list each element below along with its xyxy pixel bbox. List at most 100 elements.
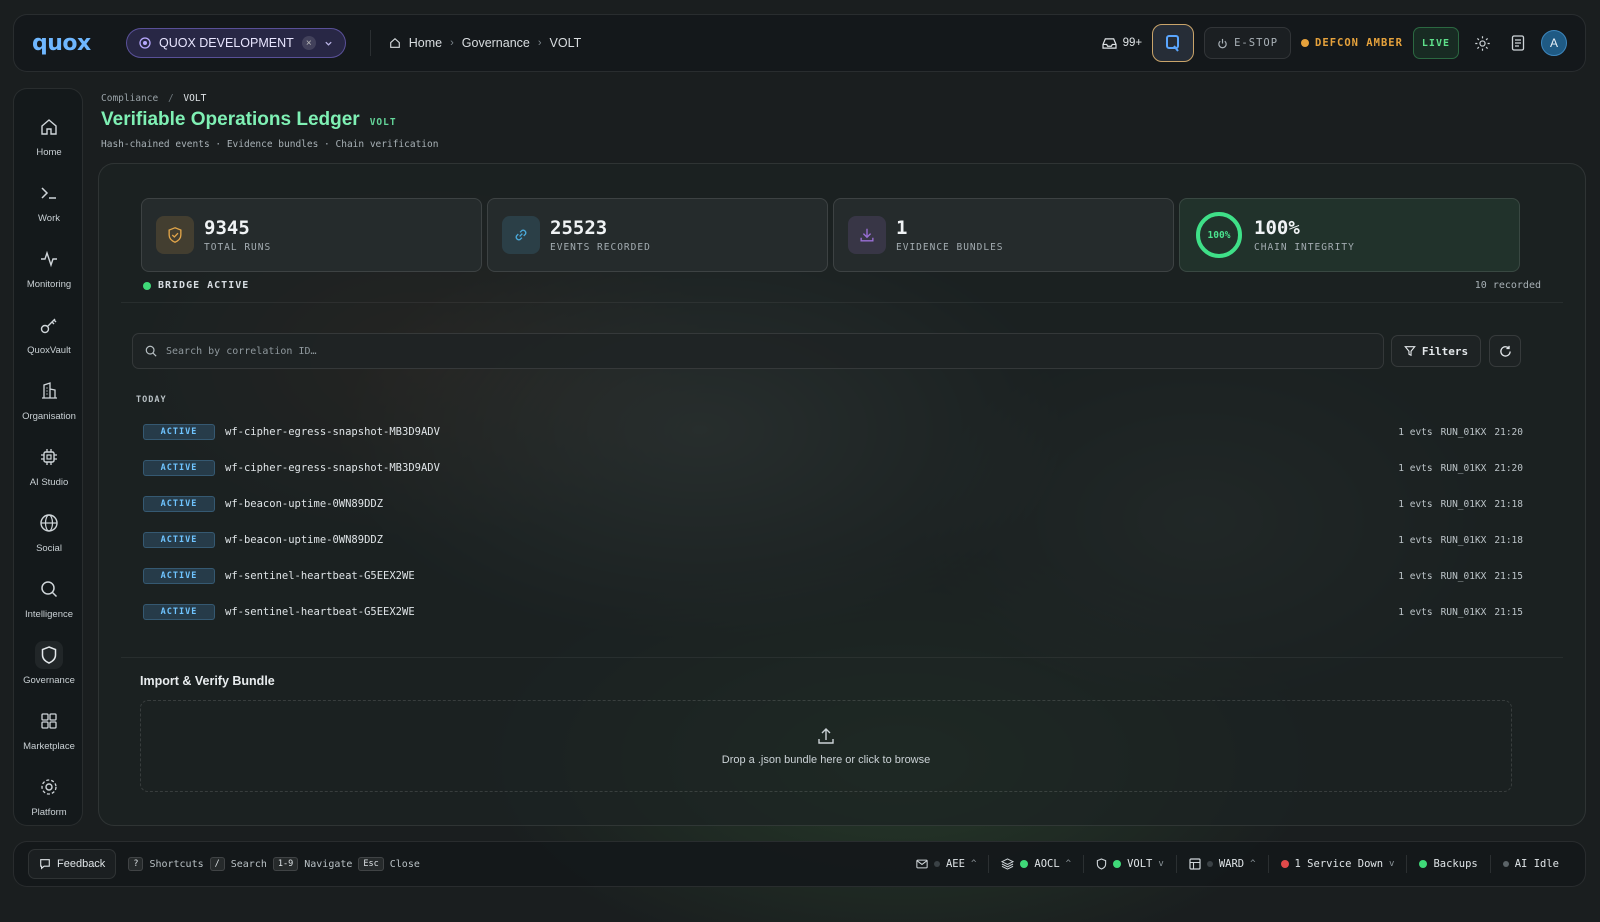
status-ward[interactable]: WARD ^ xyxy=(1177,858,1268,870)
status-badge: ACTIVE xyxy=(143,424,215,440)
search-input[interactable] xyxy=(166,345,1346,357)
quox-assistant-button[interactable] xyxy=(1152,24,1195,62)
chevron-down-icon[interactable] xyxy=(324,39,333,48)
app-logo[interactable]: quox xyxy=(32,31,106,56)
event-count: 1 evts xyxy=(1398,426,1433,438)
status-dot xyxy=(1020,860,1029,868)
mail-icon xyxy=(916,859,928,869)
page-breadcrumb: Compliance / VOLT xyxy=(101,93,207,104)
workflow-name: wf-cipher-egress-snapshot-MB3D9ADV xyxy=(225,462,440,474)
status-service-down[interactable]: 1 Service Down v xyxy=(1269,858,1407,870)
sidebar-item-work[interactable]: Work xyxy=(14,171,82,227)
search-icon xyxy=(145,345,157,357)
breadcrumb-volt[interactable]: VOLT xyxy=(550,36,582,50)
sidebar-item-governance[interactable]: Governance xyxy=(14,633,82,689)
breadcrumb-governance[interactable]: Governance xyxy=(462,36,530,50)
stat-caption: EVENTS RECORDED xyxy=(550,242,651,253)
run-meta: 1 evts RUN_01KX 21:18 xyxy=(1398,535,1523,546)
docs-button[interactable] xyxy=(1505,30,1531,56)
inbox-button[interactable]: 99+ xyxy=(1101,37,1142,50)
chevron-right-icon: › xyxy=(450,37,454,49)
run-time: 21:18 xyxy=(1494,498,1523,510)
status-volt[interactable]: VOLT v xyxy=(1084,858,1176,870)
environment-label: QUOX DEVELOPMENT xyxy=(159,36,294,50)
list-item[interactable]: ACTIVE wf-beacon-uptime-0WN89DDZ 1 evts R… xyxy=(143,486,1523,522)
avatar[interactable]: A xyxy=(1541,30,1567,56)
sidebar-item-label: Home xyxy=(36,147,62,158)
environment-selector[interactable]: QUOX DEVELOPMENT × xyxy=(126,28,346,58)
page-title-tag: VOLT xyxy=(369,117,397,128)
status-ai[interactable]: AI Idle xyxy=(1491,858,1571,870)
live-badge[interactable]: LIVE xyxy=(1412,27,1459,59)
chevron-up-icon: ^ xyxy=(1065,859,1072,869)
list-item[interactable]: ACTIVE wf-cipher-egress-snapshot-MB3D9AD… xyxy=(143,450,1523,486)
divider xyxy=(121,657,1563,658)
defcon-status[interactable]: DEFCON AMBER xyxy=(1301,37,1403,49)
shield-icon xyxy=(156,216,194,254)
list-item[interactable]: ACTIVE wf-sentinel-heartbeat-G5EEX2WE 1 … xyxy=(143,558,1523,594)
breadcrumb-home[interactable]: Home xyxy=(409,36,442,50)
feedback-label: Feedback xyxy=(57,858,106,870)
sidebar-item-marketplace[interactable]: Marketplace xyxy=(14,699,82,755)
chevron-right-icon: › xyxy=(537,37,542,49)
sidebar-item-social[interactable]: Social xyxy=(14,501,82,557)
filter-icon xyxy=(1403,346,1416,357)
emergency-stop-button[interactable]: E-STOP xyxy=(1204,27,1292,59)
status-badge: ACTIVE xyxy=(143,532,215,548)
chevron-down-icon: v xyxy=(1389,859,1395,869)
sidebar-item-quoxvault[interactable]: QuoxVault xyxy=(14,303,82,359)
sidebar-item-ai-studio[interactable]: AI Studio xyxy=(14,435,82,491)
status-dot xyxy=(933,861,940,867)
kbd-key: Esc xyxy=(358,857,384,871)
workflow-name: wf-sentinel-heartbeat-G5EEX2WE xyxy=(225,606,415,618)
top-bar: quox QUOX DEVELOPMENT × Home › Governanc… xyxy=(13,14,1586,72)
sidebar-item-organisation[interactable]: Organisation xyxy=(14,369,82,425)
sidebar-item-label: Organisation xyxy=(22,411,76,422)
stat-value: 100% xyxy=(1254,217,1300,239)
sidebar-item-monitoring[interactable]: Monitoring xyxy=(14,237,82,293)
run-id: RUN_01KX xyxy=(1440,462,1487,474)
dropzone-text: Drop a .json bundle here or click to bro… xyxy=(721,754,931,766)
list-item[interactable]: ACTIVE wf-cipher-egress-snapshot-MB3D9AD… xyxy=(143,414,1523,450)
status-label: AI Idle xyxy=(1514,858,1559,870)
bridge-status: BRIDGE ACTIVE xyxy=(143,280,249,291)
list-item[interactable]: ACTIVE wf-sentinel-heartbeat-G5EEX2WE 1 … xyxy=(143,594,1523,630)
filters-button[interactable]: Filters xyxy=(1391,335,1481,367)
sidebar-item-intelligence[interactable]: Intelligence xyxy=(14,567,82,623)
run-id: RUN_01KX xyxy=(1440,426,1487,438)
run-meta: 1 evts RUN_01KX 21:18 xyxy=(1398,499,1523,510)
cpu-icon xyxy=(35,443,63,471)
sidebar-item-label: AI Studio xyxy=(29,477,69,488)
sidebar-item-platform[interactable]: Platform xyxy=(14,765,82,821)
run-id: RUN_01KX xyxy=(1440,606,1487,618)
kbd-key: / xyxy=(209,857,225,871)
list-item[interactable]: ACTIVE wf-beacon-uptime-0WN89DDZ 1 evts R… xyxy=(143,522,1523,558)
settings-button[interactable] xyxy=(1469,30,1495,56)
breadcrumb-compliance[interactable]: Compliance xyxy=(101,93,158,104)
stat-caption: CHAIN INTEGRITY xyxy=(1254,242,1355,253)
breadcrumb-current: VOLT xyxy=(183,93,207,104)
status-badge: ACTIVE xyxy=(143,496,215,512)
feedback-button[interactable]: Feedback xyxy=(28,849,117,879)
sidebar-item-label: Work xyxy=(38,213,60,224)
bundle-dropzone[interactable]: Drop a .json bundle here or click to bro… xyxy=(140,700,1512,792)
status-backups[interactable]: Backups xyxy=(1407,858,1489,870)
refresh-button[interactable] xyxy=(1489,335,1521,367)
filters-label: Filters xyxy=(1421,344,1469,358)
divider xyxy=(369,30,371,56)
status-aocl[interactable]: AOCL ^ xyxy=(989,858,1083,870)
workflow-name: wf-sentinel-heartbeat-G5EEX2WE xyxy=(225,570,415,582)
clear-environment-icon[interactable]: × xyxy=(301,36,316,50)
terminal-icon xyxy=(35,179,63,207)
event-count: 1 evts xyxy=(1398,462,1433,474)
chevron-down-icon: v xyxy=(1158,859,1164,869)
refresh-icon xyxy=(1499,345,1511,357)
chevron-up-icon: ^ xyxy=(970,859,977,869)
integrity-ring: 100% xyxy=(1194,210,1244,260)
sidebar-item-home[interactable]: Home xyxy=(14,105,82,161)
download-icon xyxy=(848,216,886,254)
search-box[interactable] xyxy=(132,333,1384,369)
bottom-status-bar: Feedback ? Shortcuts / Search 1-9 Naviga… xyxy=(13,841,1586,887)
keyboard-shortcuts: ? Shortcuts / Search 1-9 Navigate Esc Cl… xyxy=(128,857,420,871)
status-aee[interactable]: AEE ^ xyxy=(904,858,988,870)
